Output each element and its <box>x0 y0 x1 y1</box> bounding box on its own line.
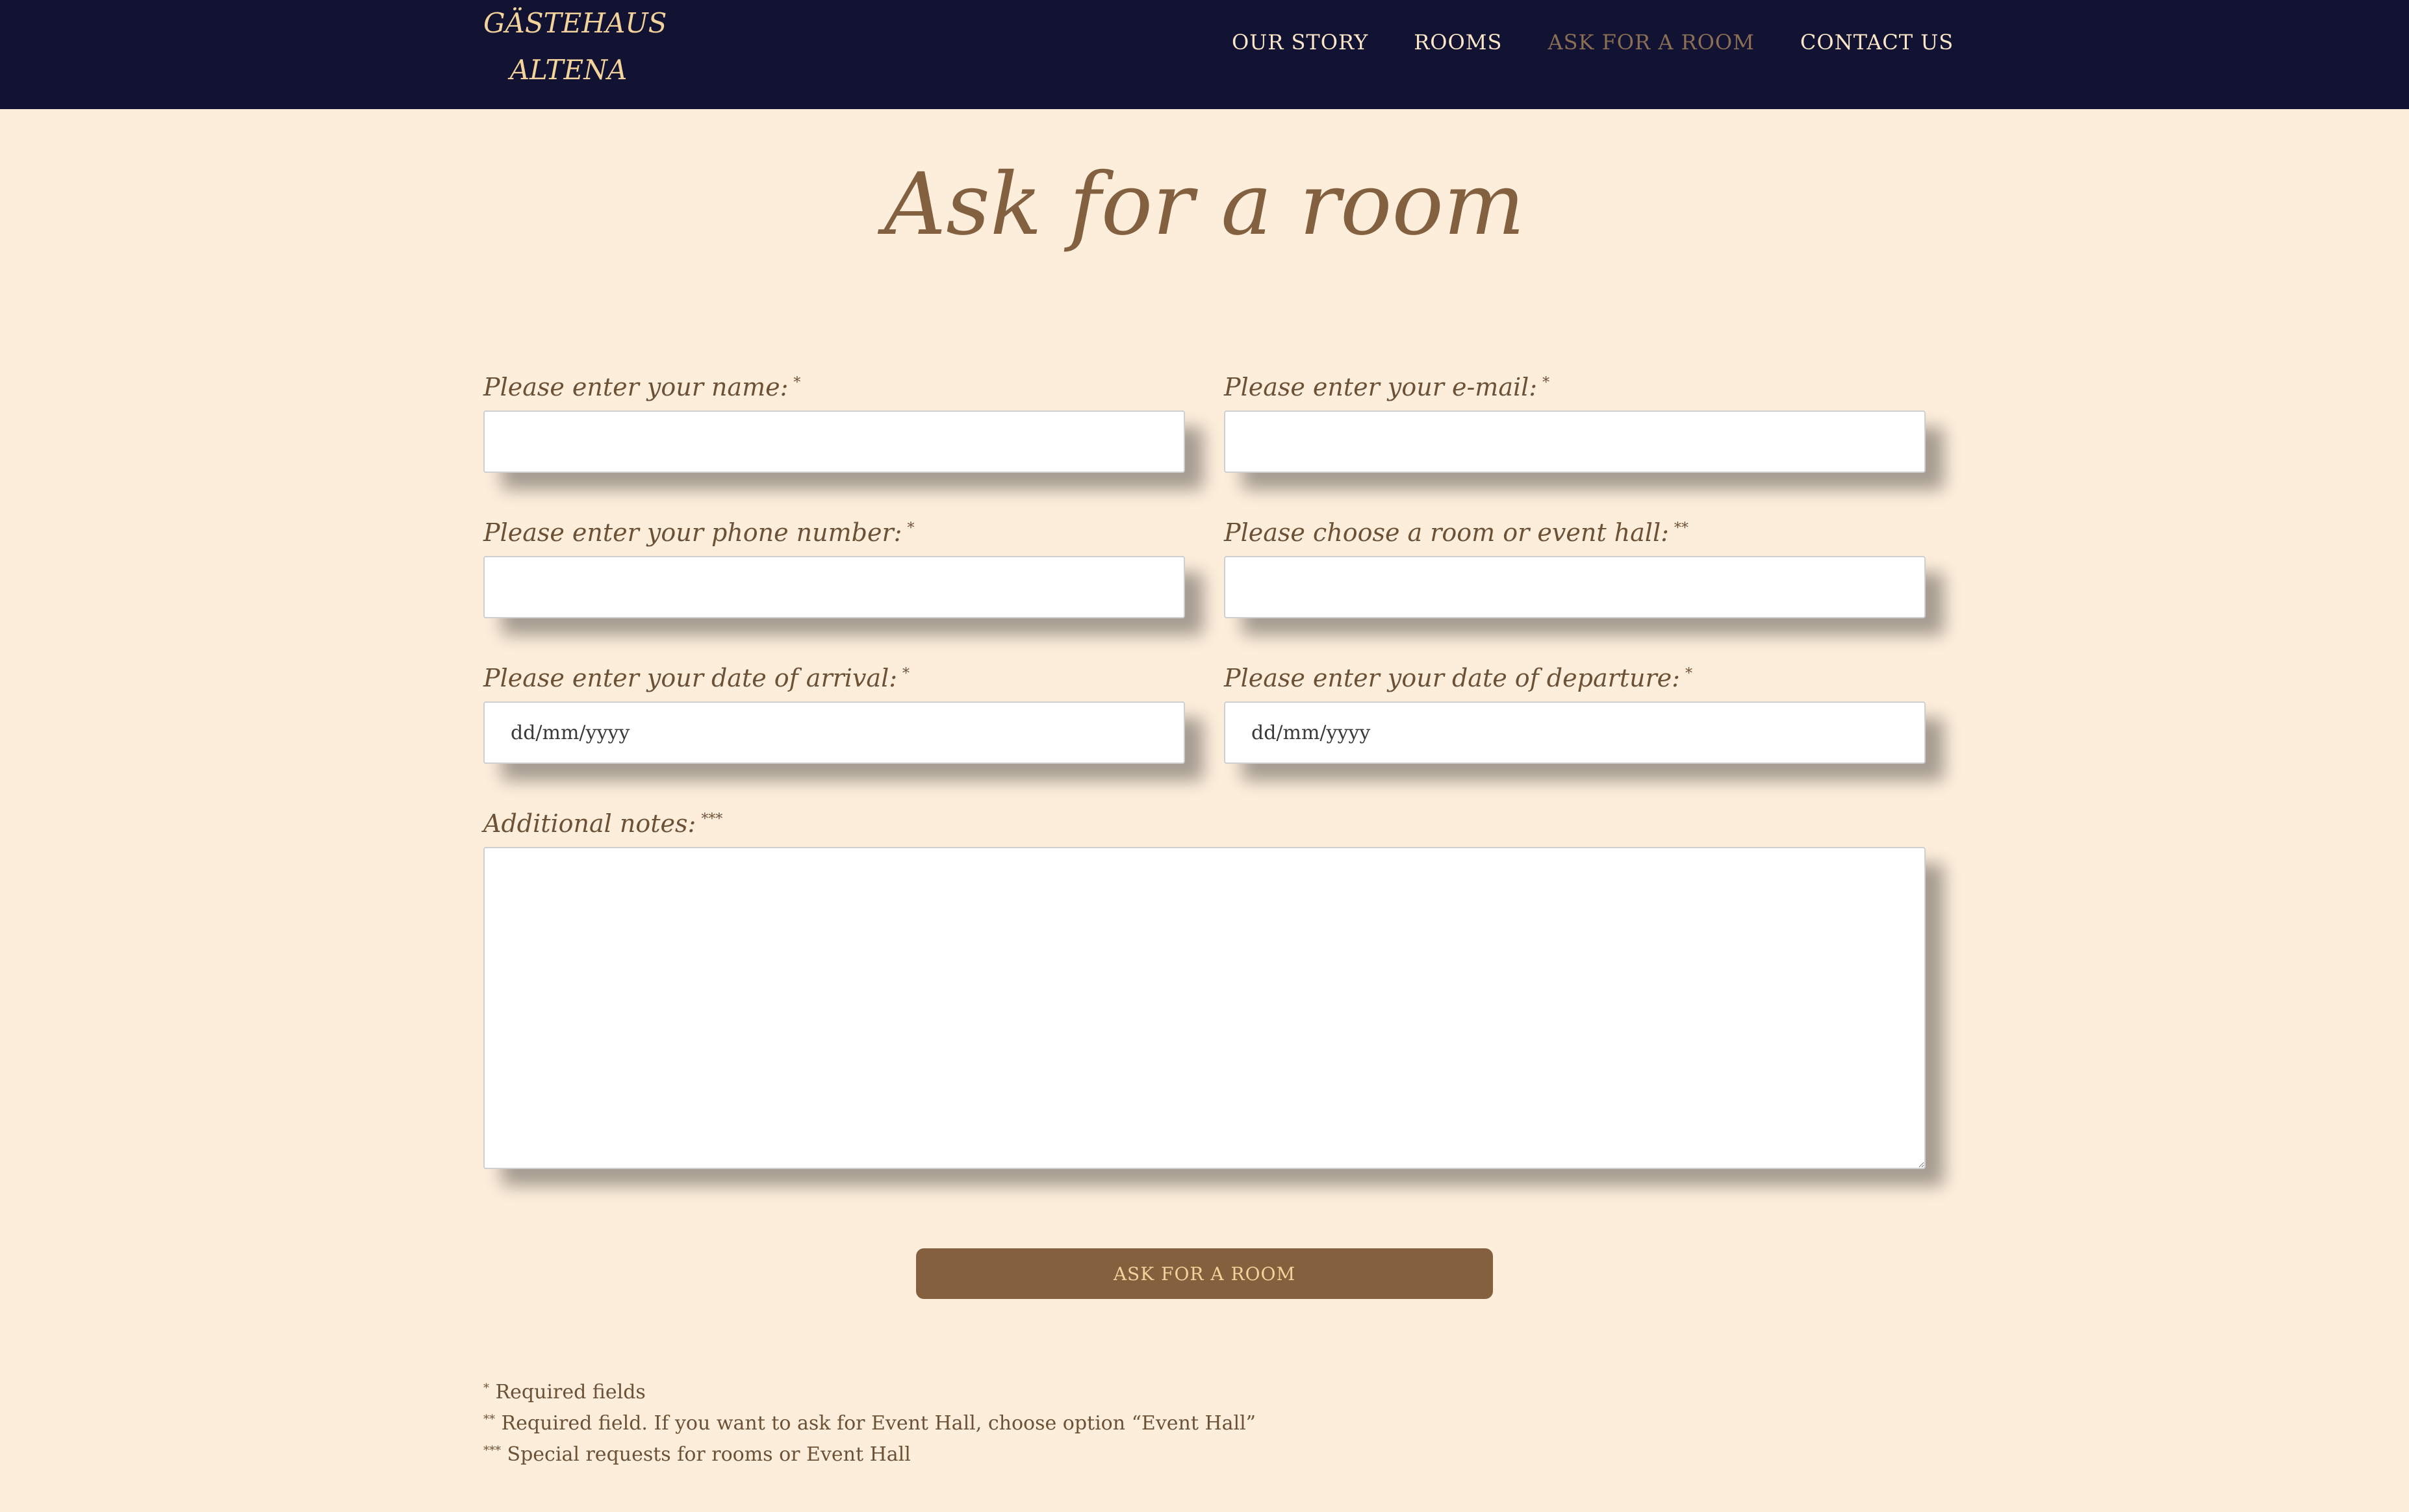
arrival-label-text: Please enter your date of arrival: <box>483 664 898 692</box>
name-label: Please enter your name: * <box>483 368 1185 410</box>
departure-label-text: Please enter your date of departure: <box>1224 664 1680 692</box>
footnote-mark: ** <box>483 1413 495 1426</box>
phone-input[interactable] <box>483 556 1185 618</box>
page-title: Ask for a room <box>884 155 1525 255</box>
nav-item-rooms[interactable]: ROOMS <box>1414 30 1502 55</box>
footnote-item: *** Special requests for rooms or Event … <box>483 1439 1256 1470</box>
phone-label: Please enter your phone number: * <box>483 513 1185 556</box>
footnotes: * Required fields ** Required field. If … <box>483 1377 1256 1470</box>
room-label-text: Please choose a room or event hall: <box>1224 518 1669 547</box>
brand-name-line1: GÄSTEHAUS <box>483 7 667 39</box>
arrival-field-group: Please enter your date of arrival: * <box>483 659 1185 764</box>
name-label-text: Please enter your name: <box>483 373 789 401</box>
site-logo[interactable]: GÄSTEHAUS ALTENA <box>483 0 667 94</box>
brand-name-line2: ALTENA <box>509 54 628 86</box>
room-field-group: Please choose a room or event hall: ** <box>1224 513 1926 618</box>
footnote-text: Special requests for rooms or Event Hall <box>507 1443 911 1466</box>
name-input[interactable] <box>483 410 1185 473</box>
optional-mark: *** <box>701 811 723 827</box>
footnote-mark: *** <box>483 1444 501 1457</box>
room-label: Please choose a room or event hall: ** <box>1224 513 1926 556</box>
required-mark: * <box>1685 666 1692 682</box>
required-mark: ** <box>1674 520 1689 536</box>
phone-label-text: Please enter your phone number: <box>483 518 902 547</box>
notes-field-group: Additional notes: *** <box>483 804 1926 1172</box>
required-mark: * <box>902 666 910 682</box>
arrival-date-input[interactable] <box>483 701 1185 764</box>
nav-item-contact-us[interactable]: CONTACT US <box>1800 30 1954 55</box>
notes-textarea[interactable] <box>483 847 1926 1169</box>
arrival-label: Please enter your date of arrival: * <box>483 659 1185 701</box>
email-field-group: Please enter your e-mail: * <box>1224 368 1926 473</box>
departure-date-input[interactable] <box>1224 701 1926 764</box>
email-label-text: Please enter your e-mail: <box>1224 373 1538 401</box>
footnote-text: Required field. If you want to ask for E… <box>501 1412 1256 1435</box>
room-select[interactable] <box>1224 556 1926 618</box>
nav-item-ask-for-a-room[interactable]: ASK FOR A ROOM <box>1548 30 1754 55</box>
footnote-text: Required fields <box>495 1381 646 1404</box>
email-label: Please enter your e-mail: * <box>1224 368 1926 410</box>
departure-label: Please enter your date of departure: * <box>1224 659 1926 701</box>
required-mark: * <box>793 375 801 391</box>
nav-item-our-story[interactable]: OUR STORY <box>1232 30 1368 55</box>
notes-label-text: Additional notes: <box>483 809 696 838</box>
departure-field-group: Please enter your date of departure: * <box>1224 659 1926 764</box>
required-mark: * <box>1542 375 1550 391</box>
footnote-item: ** Required field. If you want to ask fo… <box>483 1408 1256 1439</box>
footnote-item: * Required fields <box>483 1377 1256 1408</box>
footnote-mark: * <box>483 1381 489 1395</box>
ask-for-a-room-button[interactable]: ASK FOR A ROOM <box>916 1248 1493 1299</box>
notes-label: Additional notes: *** <box>483 804 1926 847</box>
main-nav: OUR STORY ROOMS ASK FOR A ROOM CONTACT U… <box>1232 30 1954 55</box>
required-mark: * <box>907 520 915 536</box>
phone-field-group: Please enter your phone number: * <box>483 513 1185 618</box>
top-navigation-bar: GÄSTEHAUS ALTENA OUR STORY ROOMS ASK FOR… <box>0 0 2409 109</box>
name-field-group: Please enter your name: * <box>483 368 1185 473</box>
email-input[interactable] <box>1224 410 1926 473</box>
